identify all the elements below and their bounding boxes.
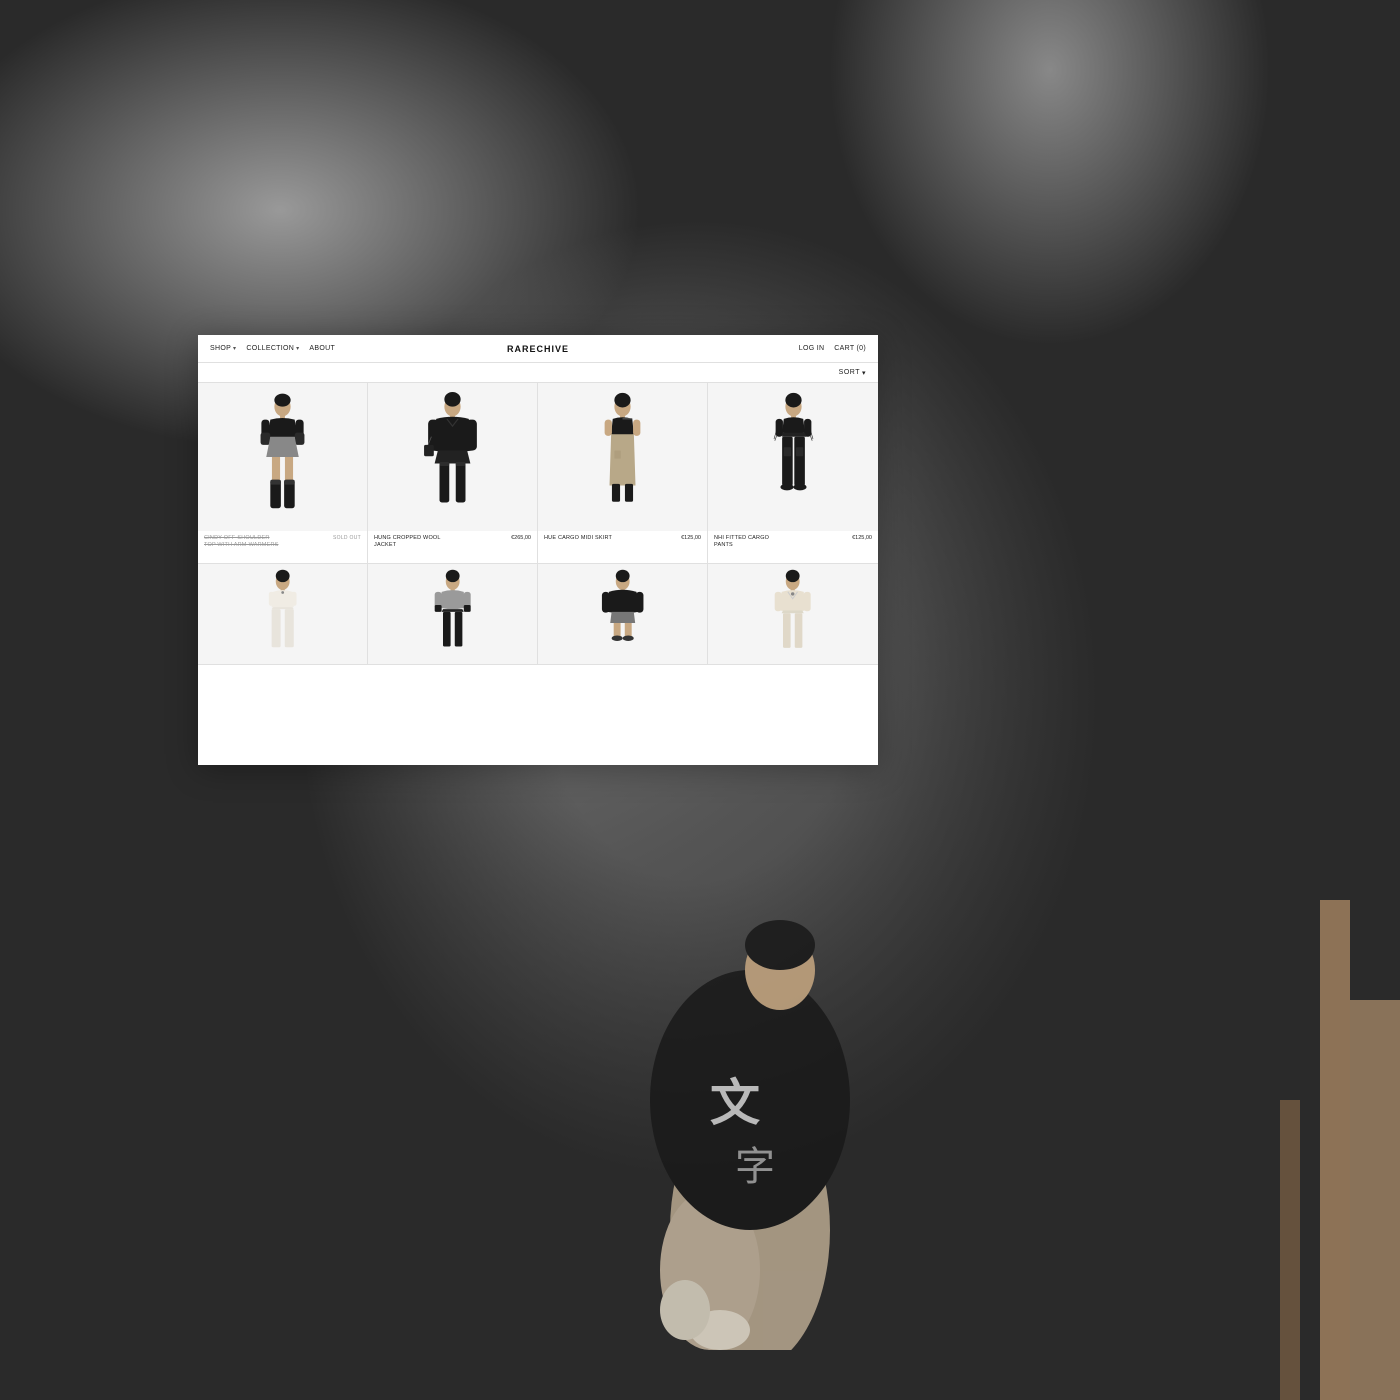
nav-bar: SHOP ▾ COLLECTION ▾ ABOUT RARECHIVE LOG … xyxy=(198,335,878,363)
product-cell-1[interactable]: CINDY OFF-SHOULDERTOP WITH ARM-WARMERS S… xyxy=(198,383,368,564)
sort-bar: SORT ▾ xyxy=(198,363,878,383)
product-info-3: HUE CARGO MIDI SKIRT €125,00 xyxy=(538,531,707,563)
nav-shop[interactable]: SHOP ▾ xyxy=(210,345,236,352)
product-price-2: €265,00 xyxy=(511,535,531,541)
collection-chevron-icon: ▾ xyxy=(296,345,299,352)
product-cell-3[interactable]: HUE CARGO MIDI SKIRT €125,00 xyxy=(538,383,708,564)
shop-chevron-icon: ▾ xyxy=(233,345,236,352)
product-name-3: HUE CARGO MIDI SKIRT xyxy=(544,535,612,542)
shop-panel: SHOP ▾ COLLECTION ▾ ABOUT RARECHIVE LOG … xyxy=(198,335,878,765)
brand-logo[interactable]: RARECHIVE xyxy=(507,344,569,354)
product-cell-6[interactable] xyxy=(368,564,538,665)
product-price-4: €125,00 xyxy=(852,535,872,541)
product-info-2: HUNG CROPPED WOOLJACKET €265,00 xyxy=(368,531,537,563)
sort-button[interactable]: SORT ▾ xyxy=(839,369,866,377)
nav-about[interactable]: ABOUT xyxy=(309,345,335,352)
background-person: 文 字 xyxy=(550,750,1050,1350)
product-cell-8[interactable] xyxy=(708,564,878,665)
product-image-5 xyxy=(198,564,367,664)
product-cell-2[interactable]: HUNG CROPPED WOOLJACKET €265,00 xyxy=(368,383,538,564)
cart-link[interactable]: CART (0) xyxy=(834,345,866,352)
product-name-1: CINDY OFF-SHOULDERTOP WITH ARM-WARMERS xyxy=(204,535,278,549)
sort-chevron-icon: ▾ xyxy=(862,369,866,377)
product-cell-4[interactable]: NHI FITTED CARGOPANTS €125,00 xyxy=(708,383,878,564)
product-info-1: CINDY OFF-SHOULDERTOP WITH ARM-WARMERS S… xyxy=(198,531,367,563)
nav-collection[interactable]: COLLECTION ▾ xyxy=(246,345,299,352)
product-cell-7[interactable] xyxy=(538,564,708,665)
svg-text:文: 文 xyxy=(710,1075,760,1131)
wood-structure xyxy=(1200,900,1400,1400)
product-grid: CINDY OFF-SHOULDERTOP WITH ARM-WARMERS S… xyxy=(198,383,878,665)
product-name-4: NHI FITTED CARGOPANTS xyxy=(714,535,769,549)
product-image-6 xyxy=(368,564,537,664)
product-image-2 xyxy=(368,383,537,531)
nav-right: LOG IN CART (0) xyxy=(799,345,866,352)
product-price-3: €125,00 xyxy=(681,535,701,541)
product-image-1 xyxy=(198,383,367,531)
login-link[interactable]: LOG IN xyxy=(799,345,825,352)
svg-text:字: 字 xyxy=(735,1144,775,1189)
product-info-4: NHI FITTED CARGOPANTS €125,00 xyxy=(708,531,878,563)
product-image-8 xyxy=(708,564,878,664)
nav-left: SHOP ▾ COLLECTION ▾ ABOUT xyxy=(210,345,335,352)
product-image-3 xyxy=(538,383,707,531)
product-cell-5[interactable] xyxy=(198,564,368,665)
product-name-2: HUNG CROPPED WOOLJACKET xyxy=(374,535,441,549)
sold-out-badge-1: SOLD OUT xyxy=(333,535,361,541)
product-image-7 xyxy=(538,564,707,664)
product-image-4 xyxy=(708,383,878,531)
